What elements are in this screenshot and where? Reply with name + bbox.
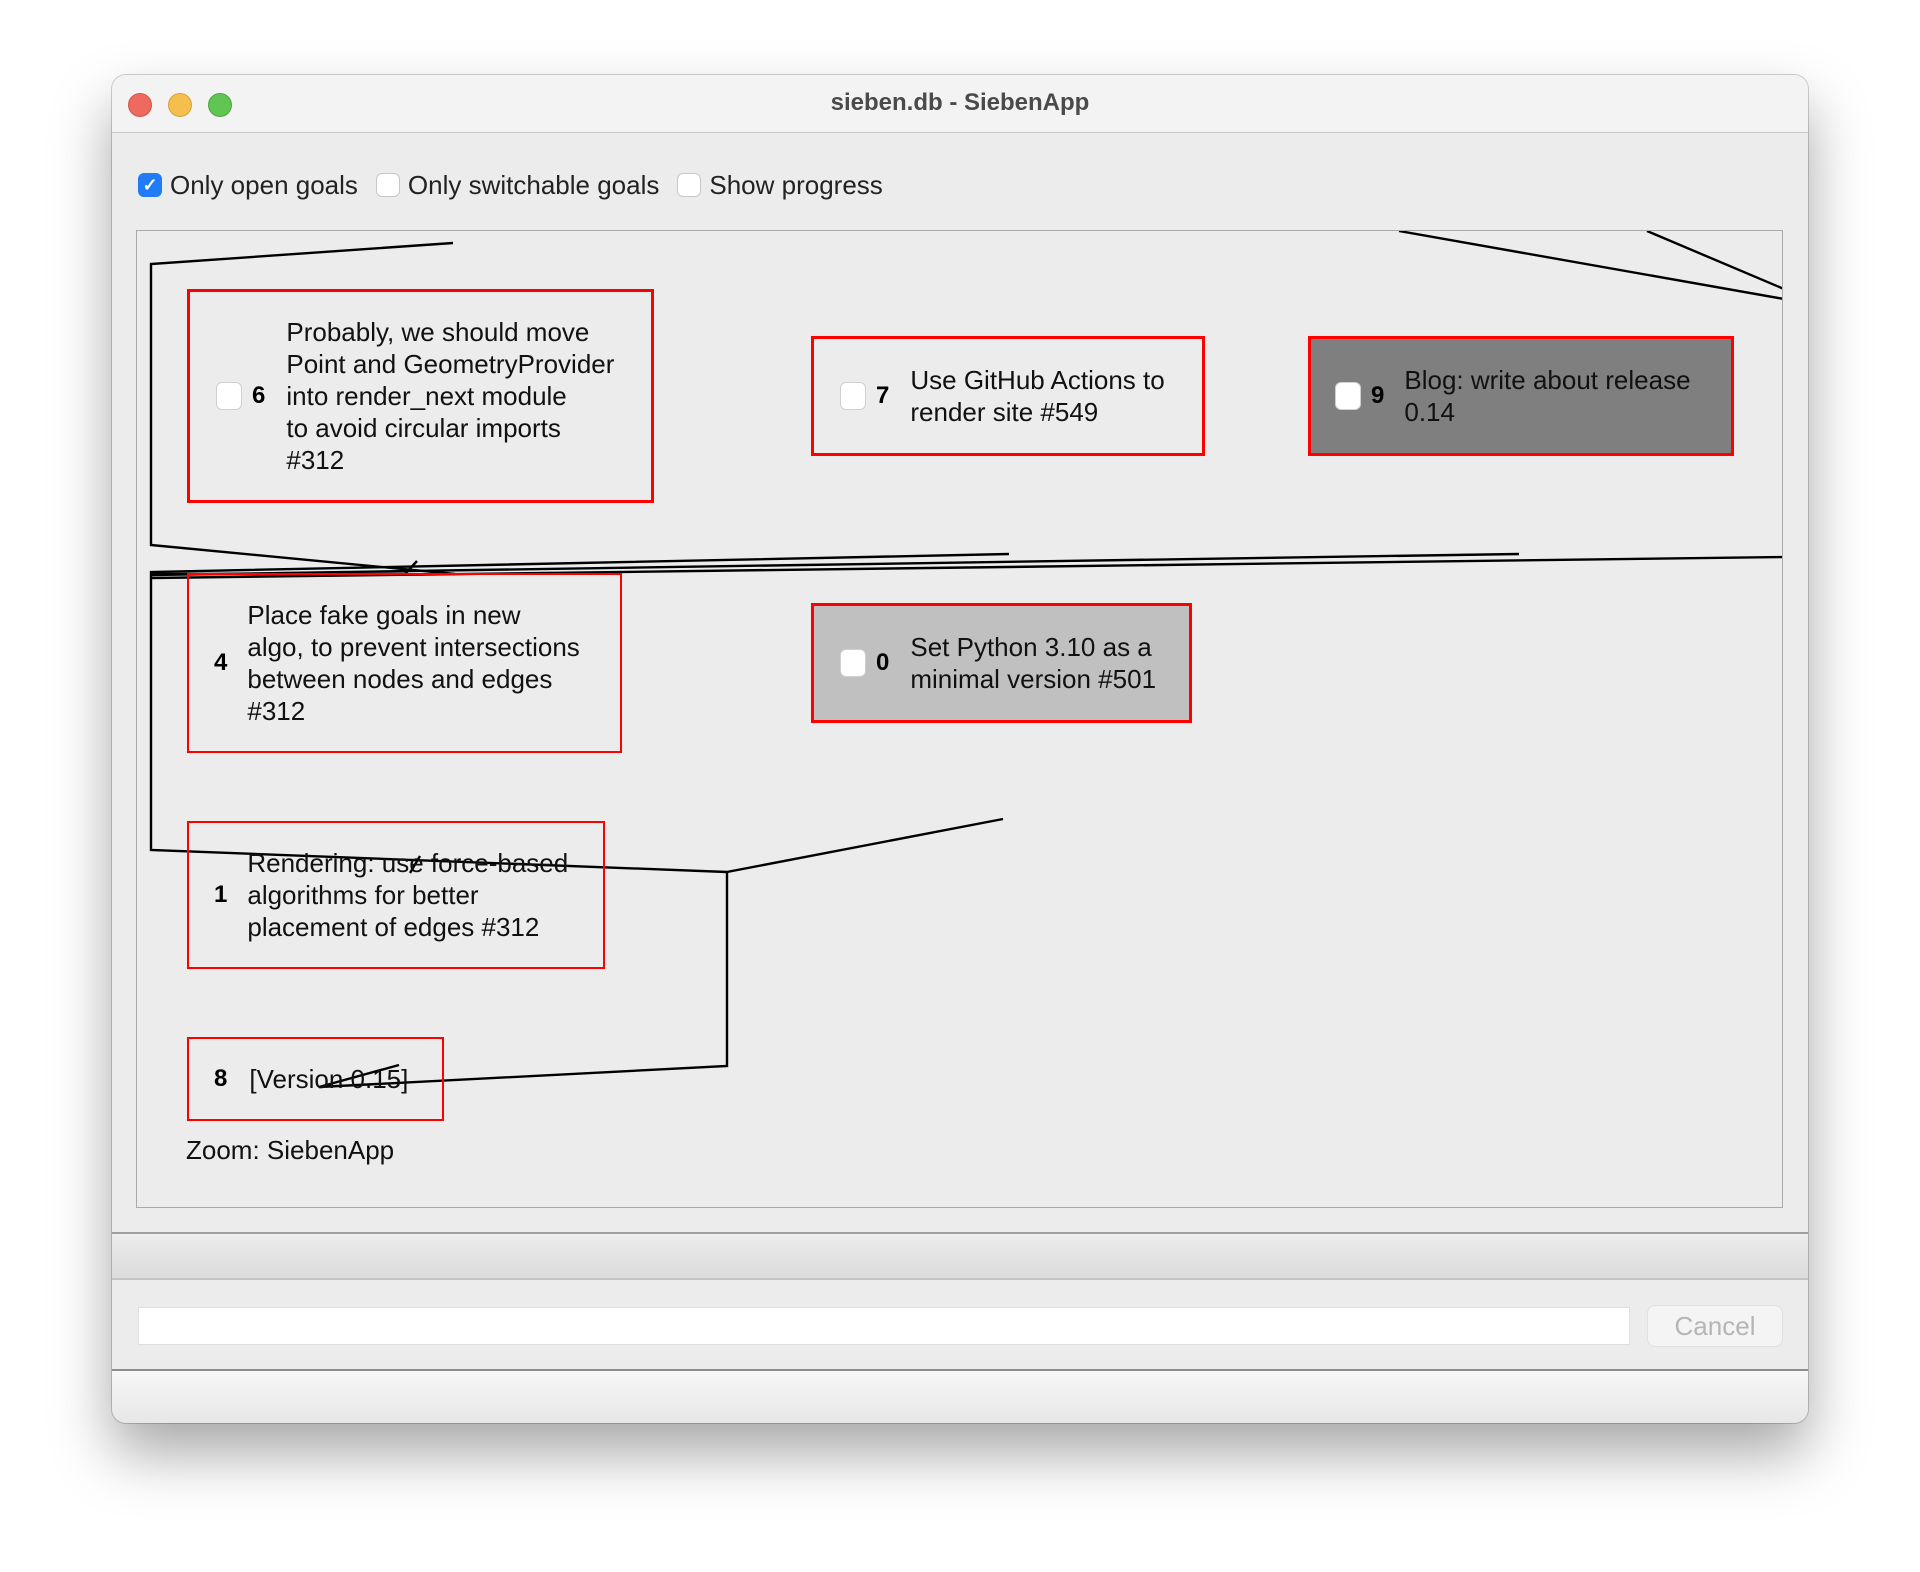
checkmark-icon[interactable]: ✓ xyxy=(138,173,162,197)
only-open-goals-checkbox[interactable]: ✓ Only open goals xyxy=(138,170,358,201)
goal-id: 4 xyxy=(214,649,228,676)
splitter[interactable] xyxy=(112,1232,1808,1280)
goal-node-6[interactable]: 6 Probably, we should move Point and Geo… xyxy=(187,289,654,503)
show-progress-label: Show progress xyxy=(709,169,883,200)
goal-id: 1 xyxy=(214,881,228,908)
goal-node-1[interactable]: 1 Rendering: use force-based algorithms … xyxy=(187,821,605,969)
zoom-status-label: Zoom: SiebenApp xyxy=(186,1135,395,1165)
title-bar: sieben.db - SiebenApp xyxy=(112,75,1808,133)
goal-node-7[interactable]: 7 Use GitHub Actions to render site #549 xyxy=(811,336,1205,456)
goal-text: Blog: write about release 0.14 xyxy=(1404,365,1691,427)
checkbox-box[interactable] xyxy=(375,173,400,197)
goal-id: 6 xyxy=(252,382,266,409)
app-window: sieben.db - SiebenApp ✓ Only open goals … xyxy=(112,75,1808,1423)
goal-id: 0 xyxy=(876,649,890,676)
window-title: sieben.db - SiebenApp xyxy=(830,89,1090,116)
goal-checkbox[interactable] xyxy=(840,649,866,677)
checkbox-box[interactable] xyxy=(677,173,702,197)
goal-id: 8 xyxy=(214,1065,228,1092)
goal-text: Place fake goals in new algo, to prevent… xyxy=(247,600,580,726)
goal-id: 9 xyxy=(1371,382,1385,409)
goal-node-4[interactable]: 4 Place fake goals in new algo, to preve… xyxy=(187,573,622,753)
only-switchable-goals-label: Only switchable goals xyxy=(407,169,660,200)
goal-checkbox[interactable] xyxy=(1335,382,1361,410)
goal-text: Use GitHub Actions to render site #549 xyxy=(910,365,1165,427)
goal-checkbox[interactable] xyxy=(216,382,242,410)
edge xyxy=(1646,231,1782,290)
goal-text: Probably, we should move Point and Geome… xyxy=(286,317,615,475)
cancel-button[interactable]: Cancel xyxy=(1647,1305,1783,1347)
goal-text: [Version 0.15] xyxy=(249,1064,409,1094)
goal-node-0[interactable]: 0 Set Python 3.10 as a minimal version #… xyxy=(811,603,1192,723)
goal-id: 7 xyxy=(876,382,890,409)
goal-node-8[interactable]: 8 [Version 0.15] xyxy=(187,1037,444,1121)
only-open-goals-label: Only open goals xyxy=(170,169,358,200)
goal-checkbox[interactable] xyxy=(840,382,866,410)
only-switchable-goals-checkbox[interactable]: Only switchable goals xyxy=(375,169,660,201)
goal-node-9[interactable]: 9 Blog: write about release 0.14 xyxy=(1308,336,1734,456)
show-progress-checkbox[interactable]: Show progress xyxy=(677,169,883,201)
filter-toolbar: ✓ Only open goals Only switchable goals … xyxy=(138,165,901,205)
goal-text: Rendering: use force-based algorithms fo… xyxy=(247,848,569,942)
command-input[interactable] xyxy=(138,1307,1630,1345)
bottom-bar xyxy=(112,1369,1808,1423)
goal-tree-canvas[interactable]: 6 Probably, we should move Point and Geo… xyxy=(136,230,1783,1208)
goal-text: Set Python 3.10 as a minimal version #50… xyxy=(910,632,1157,694)
